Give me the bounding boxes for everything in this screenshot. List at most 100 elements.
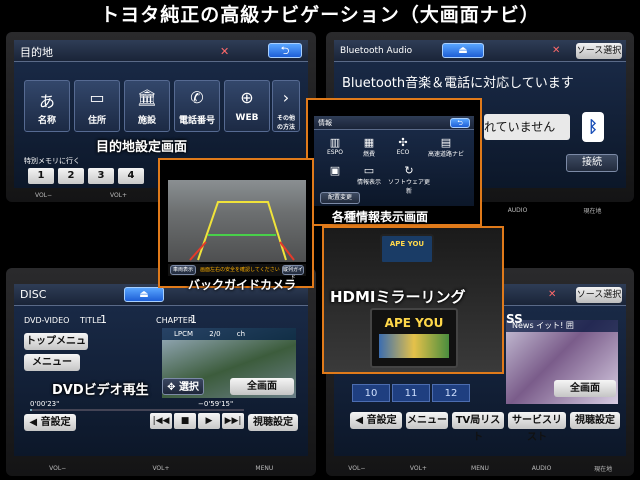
hdmi-overlay: APE YOU HDMIミラーリング APE YOU xyxy=(322,226,504,374)
layout-change-button[interactable]: 配置変更 xyxy=(320,192,360,204)
audio-format: LPCM xyxy=(174,330,194,338)
info-icon-update-label: ソフトウェア更新 xyxy=(388,179,431,195)
audio-channel: 2/0 xyxy=(209,330,221,338)
info-icon-eco[interactable]: ✣ ECO xyxy=(388,136,418,156)
dvd-eject-button[interactable]: ⏏ xyxy=(124,287,164,302)
dvd-caption: DVDビデオ再生 xyxy=(52,383,149,398)
source-select-button[interactable]: ソース選択 xyxy=(576,43,622,59)
dash-logo: APE YOU xyxy=(384,316,444,330)
camera-status-bar: 車両表示 画面左右の安全を確認してください 縦列ガイド xyxy=(168,264,306,281)
vehicle-display-button[interactable]: 車両表示 xyxy=(170,265,196,275)
tile-address-label: 住所 xyxy=(87,116,106,126)
hard-vol-down-4[interactable]: VOL− xyxy=(326,465,388,472)
fuel-chart-icon: ▦ xyxy=(363,136,375,149)
memory-key-3[interactable]: 3 xyxy=(88,168,114,184)
phone-logo: APE YOU xyxy=(389,240,425,248)
top-menu-button[interactable]: トップメニュー xyxy=(24,333,88,364)
info-icon-fuel[interactable]: ▦ 燃費 xyxy=(354,136,384,158)
menu-button[interactable]: メニュー xyxy=(24,354,80,371)
bluetooth-message: Bluetooth音楽＆電話に対応しています xyxy=(342,76,574,91)
channel-11[interactable]: 11 xyxy=(392,384,430,402)
hard-audio-4[interactable]: AUDIO xyxy=(511,465,573,472)
info-icon-highway[interactable]: ▤ 高速道路ナビ xyxy=(426,136,466,158)
tv-fullscreen-button[interactable]: 全画面 xyxy=(554,380,616,397)
info-back-button[interactable]: ⮌ xyxy=(450,118,470,128)
memory-key-4[interactable]: 4 xyxy=(118,168,144,184)
phone-icon: ✆ xyxy=(190,88,204,107)
info-icon-fuel-label: 燃費 xyxy=(362,151,375,158)
hard-buttons-2: AUDIO 現在地 xyxy=(480,204,630,216)
info-icon-update[interactable]: ↻ ソフトウェア更新 xyxy=(388,164,430,195)
connect-button[interactable]: 接続 xyxy=(566,154,618,172)
memory-key-2[interactable]: 2 xyxy=(58,168,84,184)
progress-fill xyxy=(30,409,33,411)
tv-menu-button[interactable]: メニュー xyxy=(406,412,448,429)
update-icon: ↻ xyxy=(404,164,414,177)
hard-current-location[interactable]: 現在地 xyxy=(555,206,630,215)
info-screen: 情報 ⮌ ▥ ESPO ▦ 燃費 ✣ ECO ▤ 高速道路ナビ ▭ 情報表示 ↻ ソフトウェ… xyxy=(314,116,474,206)
tile-facility-label: 施設 xyxy=(137,116,156,126)
stop-button[interactable]: ■ xyxy=(174,413,196,429)
hard-vol-down-3[interactable]: VOL− xyxy=(6,465,109,472)
camera-overlay: 車両表示 画面左右の安全を確認してください 縦列ガイド バックガイドカメラ xyxy=(158,158,314,292)
dvd-view-settings-button[interactable]: 視聴設定 xyxy=(248,414,298,431)
tv-view-settings-button[interactable]: 視聴設定 xyxy=(570,412,620,429)
fullscreen-button[interactable]: 全画面 xyxy=(230,378,294,395)
play-button[interactable]: ▶ xyxy=(198,413,220,429)
mute-icon-bt: ✕ xyxy=(552,45,561,56)
select-label: 選択 xyxy=(178,382,199,393)
speaker-icon-tv: ◀ xyxy=(355,415,364,426)
hard-menu-3[interactable]: MENU xyxy=(213,465,316,472)
dvd-chapter-number: 1 xyxy=(190,313,197,326)
hard-vol-up-4[interactable]: VOL+ xyxy=(388,465,450,472)
skip-back-button[interactable]: |◀◀ xyxy=(150,413,172,429)
tv-station-list-button[interactable]: TV局リスト xyxy=(452,412,504,443)
info-icon-display-label: 情報表示 xyxy=(356,179,381,186)
info-icon-display[interactable]: ▭ 情報表示 xyxy=(354,164,384,186)
hard-vol-up[interactable]: VOL+ xyxy=(81,192,156,199)
hard-audio[interactable]: AUDIO xyxy=(480,207,555,214)
chevron-right-icon: › xyxy=(282,88,290,107)
info-icon-screen[interactable]: ▣ xyxy=(320,164,350,177)
connection-status: れていません xyxy=(484,114,570,140)
display-icon: ▭ xyxy=(363,164,375,177)
dvd-sound-button[interactable]: ◀ 音設定 xyxy=(24,414,76,431)
tile-facility[interactable]: 🏛 施設 xyxy=(124,80,170,132)
eject-button[interactable]: ⏏ xyxy=(442,43,484,58)
info-icon-espo[interactable]: ▥ ESPO xyxy=(320,136,350,156)
dash-screen: APE YOU xyxy=(370,308,458,368)
hard-buttons-1: VOL− VOL+ xyxy=(6,189,156,201)
tile-web-label: WEB xyxy=(235,113,259,123)
tile-name[interactable]: あ 名称 xyxy=(24,80,70,132)
tile-web[interactable]: ⊕ WEB xyxy=(224,80,270,132)
back-button[interactable]: ⮌ xyxy=(268,43,302,58)
service-list-button[interactable]: サービスリスト xyxy=(508,412,566,443)
destination-title: 目的地 xyxy=(20,46,53,59)
tv-ss-fragment: SS xyxy=(506,312,523,326)
info-title: 情報 xyxy=(318,119,332,127)
channel-10[interactable]: 10 xyxy=(352,384,390,402)
audio-unit: ch xyxy=(236,330,246,338)
select-button[interactable]: ✥ 選択 xyxy=(162,378,204,395)
audio-info: LPCM 2/0 ch xyxy=(162,328,296,340)
memory-key-1[interactable]: 1 xyxy=(28,168,54,184)
eco-icon: ✣ xyxy=(398,136,408,149)
tile-address[interactable]: ▭ 住所 xyxy=(74,80,120,132)
tile-phone[interactable]: ✆ 電話番号 xyxy=(174,80,220,132)
parallel-guide-button[interactable]: 縦列ガイド xyxy=(282,265,304,281)
hard-menu-4[interactable]: MENU xyxy=(449,465,511,472)
tv-sound-button[interactable]: ◀ 音設定 xyxy=(350,412,402,429)
hdmi-caption: HDMIミラーリング xyxy=(330,288,466,306)
tile-other[interactable]: › その他 の方法 xyxy=(272,80,300,132)
tile-phone-label: 電話番号 xyxy=(178,116,215,126)
skip-forward-button[interactable]: ▶▶| xyxy=(222,413,244,429)
elapsed-time: 0'00'23" xyxy=(30,400,60,408)
hard-current-location-4[interactable]: 現在地 xyxy=(572,464,634,473)
speaker-icon: ◀ xyxy=(29,417,38,428)
hard-vol-up-3[interactable]: VOL+ xyxy=(109,465,212,472)
tv-source-select-button[interactable]: ソース選択 xyxy=(576,287,622,303)
hiragana-icon: あ xyxy=(38,92,55,111)
hard-vol-down[interactable]: VOL− xyxy=(6,192,81,199)
channel-12[interactable]: 12 xyxy=(432,384,470,402)
progress-bar[interactable] xyxy=(30,409,244,411)
